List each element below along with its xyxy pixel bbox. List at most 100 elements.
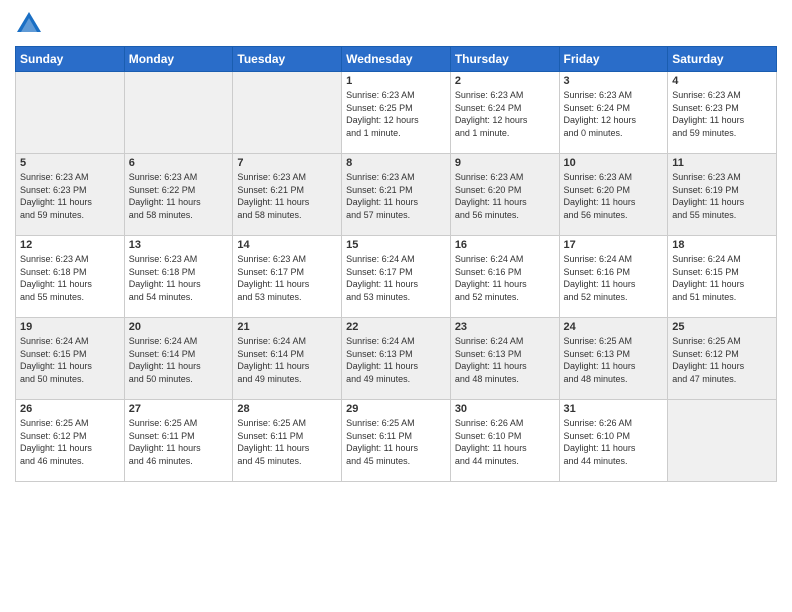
cell-sun-info: Sunrise: 6:23 AM Sunset: 6:24 PM Dayligh… <box>455 89 555 139</box>
calendar-cell <box>124 72 233 154</box>
weekday-header-row: SundayMondayTuesdayWednesdayThursdayFrid… <box>16 47 777 72</box>
calendar-cell: 27 Sunrise: 6:25 AM Sunset: 6:11 PM Dayli… <box>124 400 233 482</box>
calendar-cell: 16 Sunrise: 6:24 AM Sunset: 6:16 PM Dayli… <box>450 236 559 318</box>
day-number: 8 <box>346 157 446 169</box>
day-number: 12 <box>20 239 120 251</box>
calendar-cell: 5 Sunrise: 6:23 AM Sunset: 6:23 PM Daylig… <box>16 154 125 236</box>
calendar-cell: 23 Sunrise: 6:24 AM Sunset: 6:13 PM Dayli… <box>450 318 559 400</box>
calendar-cell <box>233 72 342 154</box>
day-number: 4 <box>672 75 772 87</box>
day-number: 17 <box>564 239 664 251</box>
day-number: 24 <box>564 321 664 333</box>
calendar-cell: 6 Sunrise: 6:23 AM Sunset: 6:22 PM Daylig… <box>124 154 233 236</box>
logo-icon <box>15 10 43 38</box>
calendar-week-4: 19Sunrise: 6:24 AM Sunset: 6:15 PM Dayli… <box>16 318 777 400</box>
calendar-cell: 22Sunrise: 6:24 AM Sunset: 6:13 PM Dayli… <box>342 318 451 400</box>
calendar-cell: 13 Sunrise: 6:23 AM Sunset: 6:18 PM Dayli… <box>124 236 233 318</box>
cell-sun-info: Sunrise: 6:23 AM Sunset: 6:17 PM Dayligh… <box>237 253 337 303</box>
cell-sun-info: Sunrise: 6:23 AM Sunset: 6:21 PM Dayligh… <box>346 171 446 221</box>
day-number: 10 <box>564 157 664 169</box>
day-number: 29 <box>346 403 446 415</box>
cell-sun-info: Sunrise: 6:24 AM Sunset: 6:17 PM Dayligh… <box>346 253 446 303</box>
calendar-cell <box>16 72 125 154</box>
calendar-week-1: 1 Sunrise: 6:23 AM Sunset: 6:25 PM Daylig… <box>16 72 777 154</box>
calendar-cell: 21Sunrise: 6:24 AM Sunset: 6:14 PM Dayli… <box>233 318 342 400</box>
day-number: 5 <box>20 157 120 169</box>
calendar-cell: 4 Sunrise: 6:23 AM Sunset: 6:23 PM Daylig… <box>668 72 777 154</box>
weekday-header-thursday: Thursday <box>450 47 559 72</box>
cell-sun-info: Sunrise: 6:23 AM Sunset: 6:18 PM Dayligh… <box>20 253 120 303</box>
calendar-cell: 2 Sunrise: 6:23 AM Sunset: 6:24 PM Daylig… <box>450 72 559 154</box>
cell-sun-info: Sunrise: 6:23 AM Sunset: 6:19 PM Dayligh… <box>672 171 772 221</box>
weekday-header-monday: Monday <box>124 47 233 72</box>
day-number: 16 <box>455 239 555 251</box>
day-number: 30 <box>455 403 555 415</box>
cell-sun-info: Sunrise: 6:23 AM Sunset: 6:25 PM Dayligh… <box>346 89 446 139</box>
cell-sun-info: Sunrise: 6:24 AM Sunset: 6:13 PM Dayligh… <box>346 335 446 385</box>
day-number: 7 <box>237 157 337 169</box>
weekday-header-tuesday: Tuesday <box>233 47 342 72</box>
cell-sun-info: Sunrise: 6:24 AM Sunset: 6:15 PM Dayligh… <box>672 253 772 303</box>
cell-sun-info: Sunrise: 6:24 AM Sunset: 6:13 PM Dayligh… <box>455 335 555 385</box>
cell-sun-info: Sunrise: 6:24 AM Sunset: 6:16 PM Dayligh… <box>564 253 664 303</box>
calendar-cell: 10 Sunrise: 6:23 AM Sunset: 6:20 PM Dayli… <box>559 154 668 236</box>
calendar-cell: 28 Sunrise: 6:25 AM Sunset: 6:11 PM Dayli… <box>233 400 342 482</box>
cell-sun-info: Sunrise: 6:25 AM Sunset: 6:11 PM Dayligh… <box>129 417 229 467</box>
day-number: 28 <box>237 403 337 415</box>
day-number: 13 <box>129 239 229 251</box>
day-number: 18 <box>672 239 772 251</box>
day-number: 27 <box>129 403 229 415</box>
weekday-header-friday: Friday <box>559 47 668 72</box>
day-number: 21 <box>237 321 337 333</box>
day-number: 6 <box>129 157 229 169</box>
page-header <box>15 10 777 38</box>
calendar-cell: 25Sunrise: 6:25 AM Sunset: 6:12 PM Dayli… <box>668 318 777 400</box>
cell-sun-info: Sunrise: 6:23 AM Sunset: 6:24 PM Dayligh… <box>564 89 664 139</box>
cell-sun-info: Sunrise: 6:23 AM Sunset: 6:20 PM Dayligh… <box>455 171 555 221</box>
day-number: 23 <box>455 321 555 333</box>
cell-sun-info: Sunrise: 6:23 AM Sunset: 6:21 PM Dayligh… <box>237 171 337 221</box>
cell-sun-info: Sunrise: 6:25 AM Sunset: 6:12 PM Dayligh… <box>20 417 120 467</box>
calendar-cell: 3 Sunrise: 6:23 AM Sunset: 6:24 PM Daylig… <box>559 72 668 154</box>
cell-sun-info: Sunrise: 6:23 AM Sunset: 6:23 PM Dayligh… <box>20 171 120 221</box>
cell-sun-info: Sunrise: 6:23 AM Sunset: 6:23 PM Dayligh… <box>672 89 772 139</box>
logo <box>15 10 47 38</box>
calendar-cell: 14Sunrise: 6:23 AM Sunset: 6:17 PM Dayli… <box>233 236 342 318</box>
day-number: 9 <box>455 157 555 169</box>
calendar-cell: 8 Sunrise: 6:23 AM Sunset: 6:21 PM Daylig… <box>342 154 451 236</box>
cell-sun-info: Sunrise: 6:23 AM Sunset: 6:22 PM Dayligh… <box>129 171 229 221</box>
calendar-cell: 20Sunrise: 6:24 AM Sunset: 6:14 PM Dayli… <box>124 318 233 400</box>
calendar-week-3: 12 Sunrise: 6:23 AM Sunset: 6:18 PM Dayli… <box>16 236 777 318</box>
day-number: 19 <box>20 321 120 333</box>
cell-sun-info: Sunrise: 6:25 AM Sunset: 6:12 PM Dayligh… <box>672 335 772 385</box>
cell-sun-info: Sunrise: 6:25 AM Sunset: 6:11 PM Dayligh… <box>237 417 337 467</box>
cell-sun-info: Sunrise: 6:24 AM Sunset: 6:14 PM Dayligh… <box>129 335 229 385</box>
calendar-cell: 12 Sunrise: 6:23 AM Sunset: 6:18 PM Dayli… <box>16 236 125 318</box>
day-number: 1 <box>346 75 446 87</box>
day-number: 2 <box>455 75 555 87</box>
calendar-cell: 15Sunrise: 6:24 AM Sunset: 6:17 PM Dayli… <box>342 236 451 318</box>
cell-sun-info: Sunrise: 6:24 AM Sunset: 6:16 PM Dayligh… <box>455 253 555 303</box>
weekday-header-saturday: Saturday <box>668 47 777 72</box>
day-number: 31 <box>564 403 664 415</box>
calendar-cell: 18 Sunrise: 6:24 AM Sunset: 6:15 PM Dayli… <box>668 236 777 318</box>
calendar-week-2: 5 Sunrise: 6:23 AM Sunset: 6:23 PM Daylig… <box>16 154 777 236</box>
weekday-header-sunday: Sunday <box>16 47 125 72</box>
calendar-cell: 9 Sunrise: 6:23 AM Sunset: 6:20 PM Daylig… <box>450 154 559 236</box>
day-number: 3 <box>564 75 664 87</box>
weekday-header-wednesday: Wednesday <box>342 47 451 72</box>
calendar-cell: 7 Sunrise: 6:23 AM Sunset: 6:21 PM Daylig… <box>233 154 342 236</box>
calendar-cell: 17 Sunrise: 6:24 AM Sunset: 6:16 PM Dayli… <box>559 236 668 318</box>
day-number: 26 <box>20 403 120 415</box>
cell-sun-info: Sunrise: 6:23 AM Sunset: 6:18 PM Dayligh… <box>129 253 229 303</box>
calendar-cell <box>668 400 777 482</box>
calendar-cell: 26 Sunrise: 6:25 AM Sunset: 6:12 PM Dayli… <box>16 400 125 482</box>
calendar-cell: 29Sunrise: 6:25 AM Sunset: 6:11 PM Dayli… <box>342 400 451 482</box>
calendar-cell: 11 Sunrise: 6:23 AM Sunset: 6:19 PM Dayli… <box>668 154 777 236</box>
calendar-cell: 31Sunrise: 6:26 AM Sunset: 6:10 PM Dayli… <box>559 400 668 482</box>
day-number: 11 <box>672 157 772 169</box>
cell-sun-info: Sunrise: 6:25 AM Sunset: 6:13 PM Dayligh… <box>564 335 664 385</box>
calendar-week-5: 26 Sunrise: 6:25 AM Sunset: 6:12 PM Dayli… <box>16 400 777 482</box>
cell-sun-info: Sunrise: 6:23 AM Sunset: 6:20 PM Dayligh… <box>564 171 664 221</box>
calendar-cell: 19Sunrise: 6:24 AM Sunset: 6:15 PM Dayli… <box>16 318 125 400</box>
